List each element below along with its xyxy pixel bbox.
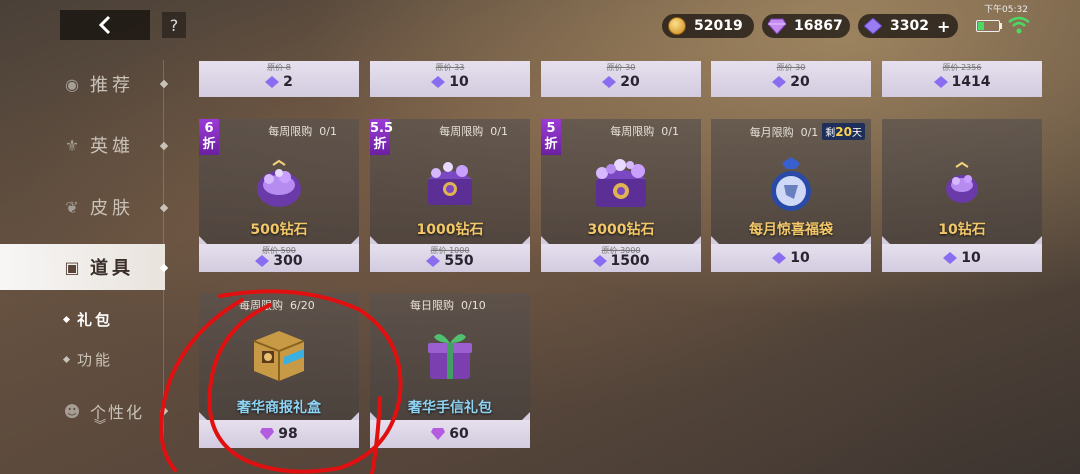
purchase-limit: 每月限购 0/1 剩20天: [750, 123, 865, 140]
item-name: 奢华商报礼盒: [237, 400, 321, 416]
price-value: 10: [961, 250, 981, 266]
wifi-icon: [1008, 16, 1030, 34]
back-arrow-icon: [98, 15, 111, 35]
item-icon: ▣: [64, 257, 80, 277]
price-value: 1414: [951, 74, 991, 90]
price-diamond-icon: [260, 428, 275, 440]
sidebar-item-label: 英雄: [90, 136, 134, 157]
shop-card-10-diamond[interactable]: 10钻石 10: [882, 119, 1042, 272]
price-crystal-icon: [265, 76, 280, 88]
shop-card-monthly-lucky-bag[interactable]: 每月限购 0/1 剩20天 每月惊喜福袋 10: [711, 119, 871, 272]
price-bar: 98: [199, 420, 359, 448]
price-bar: 原价 3000 1500: [541, 244, 701, 272]
currency-crystal: 3302 +: [858, 14, 958, 38]
shop-card-luxury-gift[interactable]: 每日限购 0/10 奢华手信礼包 60: [370, 293, 530, 448]
item-name: 1000钻石: [416, 222, 484, 238]
recommend-icon: ◉: [65, 74, 79, 94]
shop-card-partial[interactable]: 原价 2356 1414: [882, 61, 1042, 97]
item-name: 10钻石: [938, 222, 986, 238]
gold-amount: 52019: [694, 18, 743, 34]
price-crystal-icon: [772, 76, 787, 88]
currency-gold: 52019: [662, 14, 754, 38]
remaining-days-badge: 剩20天: [822, 123, 865, 140]
price-diamond-icon: [431, 428, 446, 440]
hero-icon: ⚜: [64, 135, 80, 155]
item-name: 3000钻石: [587, 222, 655, 238]
diamond-chest-large-icon: [596, 159, 646, 207]
price-crystal-icon: [933, 76, 948, 88]
crystal-icon: [864, 18, 882, 34]
subnav-item-label: 功能: [77, 351, 114, 369]
shop-card-500-diamond[interactable]: 6折 每周限购 0/1 500钻石 原价 500 300: [199, 119, 359, 272]
add-crystal-button[interactable]: +: [937, 17, 950, 36]
price-bar: 原价 500 300: [199, 244, 359, 272]
price-value: 20: [790, 74, 810, 90]
price-bar: 原价 1000 550: [370, 244, 530, 272]
sidebar-item-label: 皮肤: [90, 198, 134, 219]
currency-diamond: 16867: [762, 14, 850, 38]
sidebar-item-label: 道具: [90, 258, 134, 279]
sidebar-item-label: 推荐: [90, 75, 134, 96]
price-value: 10: [790, 250, 810, 266]
gold-coin-icon: [668, 17, 686, 35]
sidebar-item-hero[interactable]: ⚜ 英雄: [0, 122, 165, 168]
purchase-limit: 每日限购 0/10: [410, 299, 486, 312]
diamond-icon: [768, 18, 786, 34]
price-bar: 10: [882, 244, 1042, 272]
price-value: 60: [449, 426, 469, 442]
diamond-chest-icon: [428, 162, 472, 205]
shop-card-luxury-box[interactable]: 每周限购 6/20 奢华商报礼盒 98: [199, 293, 359, 448]
purchase-limit: 每周限购 0/1: [439, 125, 508, 138]
price-value: 2: [283, 74, 293, 90]
shop-card-partial[interactable]: 原价 8 2: [199, 61, 359, 97]
price-crystal-icon: [255, 255, 270, 267]
discount-badge: 6折: [199, 119, 219, 155]
shop-card-partial[interactable]: 原价 30 20: [541, 61, 701, 97]
price-crystal-icon: [943, 252, 958, 264]
purchase-limit: 每周限购 6/20: [239, 299, 315, 312]
diamond-bag-icon: [257, 159, 301, 207]
scroll-more-chevron-icon[interactable]: ︾: [94, 416, 106, 433]
crystal-amount: 3302: [890, 18, 929, 34]
price-crystal-icon: [602, 76, 617, 88]
sidebar-item-items[interactable]: ▣ 道具: [0, 244, 165, 290]
item-name: 500钻石: [250, 222, 308, 238]
shop-card-partial[interactable]: 原价 30 20: [711, 61, 871, 97]
sidebar-item-personalize[interactable]: ☻ 个性化: [0, 388, 165, 434]
price-crystal-icon: [426, 255, 441, 267]
purchase-limit: 每周限购 0/1: [268, 125, 337, 138]
shop-card-1000-diamond[interactable]: 5.5 折 每周限购 0/1 1000钻石 原价 1000 550: [370, 119, 530, 272]
personalize-icon: ☻: [63, 401, 81, 421]
price-crystal-icon: [431, 76, 446, 88]
diamond-amount: 16867: [794, 18, 843, 34]
subnav-item-label: 礼包: [77, 311, 114, 329]
battery-icon: [976, 20, 1000, 32]
sidebar-item-skin[interactable]: ❦ 皮肤: [0, 184, 165, 230]
price-value: 10: [449, 74, 469, 90]
discount-badge: 5折: [541, 119, 561, 155]
price-value: 98: [278, 426, 298, 442]
price-crystal-icon: [772, 252, 787, 264]
subnav-item-gift[interactable]: 礼包: [62, 309, 114, 330]
help-button[interactable]: ?: [162, 12, 186, 38]
discount-badge: 5.5 折: [370, 119, 393, 155]
shop-card-partial[interactable]: 原价 33 10: [370, 61, 530, 97]
item-name: 每月惊喜福袋: [749, 222, 833, 238]
item-name: 奢华手信礼包: [408, 400, 492, 416]
purchase-limit: 每周限购 0/1: [610, 125, 679, 138]
price-bar: 60: [370, 420, 530, 448]
luxury-gift-icon: [428, 334, 472, 379]
price-value: 20: [620, 74, 640, 90]
subnav-item-function[interactable]: 功能: [62, 349, 114, 370]
price-crystal-icon: [592, 255, 607, 267]
luxury-box-icon: [253, 331, 305, 381]
back-button[interactable]: [60, 10, 150, 40]
lucky-bag-icon: [771, 157, 811, 211]
small-diamond-bag-icon: [946, 161, 978, 203]
sidebar-item-recommend[interactable]: ◉ 推荐: [0, 61, 165, 107]
skin-icon: ❦: [65, 197, 79, 217]
shop-card-3000-diamond[interactable]: 5折 每周限购 0/1 3000钻石 原价 3000 1500: [541, 119, 701, 272]
status-clock: 下午05:32: [984, 5, 1028, 15]
price-bar: 10: [711, 244, 871, 272]
